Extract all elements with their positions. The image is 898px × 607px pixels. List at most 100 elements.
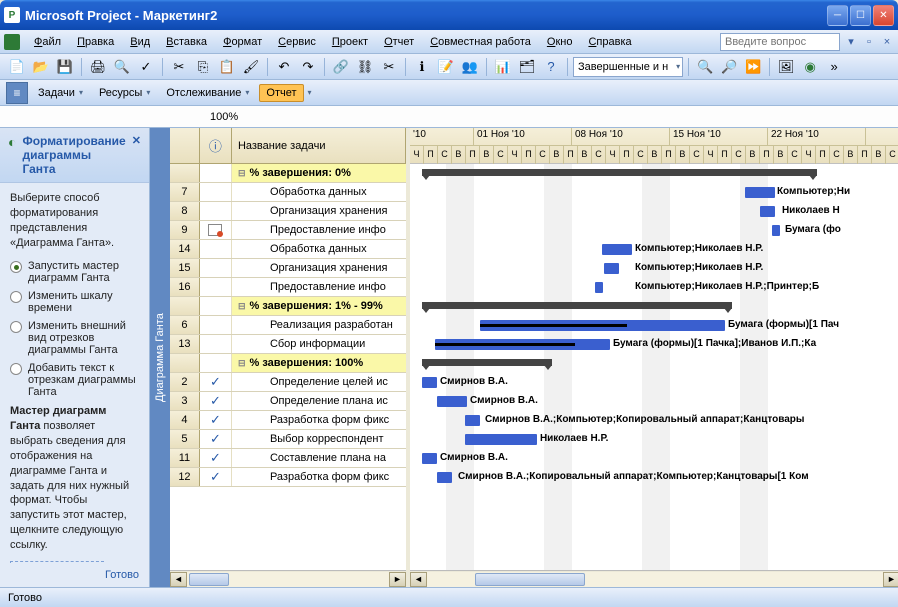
spell-button[interactable]: ✓ xyxy=(135,56,157,78)
assign-button[interactable]: 👥 xyxy=(459,56,481,78)
undo-button[interactable]: ↶ xyxy=(273,56,295,78)
ms-help-button[interactable]: ◉ xyxy=(799,56,821,78)
task-bar[interactable] xyxy=(760,206,775,217)
formula-bar[interactable]: 100% xyxy=(0,106,898,128)
preview-button[interactable]: 🔍 xyxy=(111,56,133,78)
task-row[interactable]: 6Реализация разработан xyxy=(170,316,406,335)
summary-bar[interactable] xyxy=(422,302,732,309)
menu-Правка[interactable]: Правка xyxy=(69,33,122,51)
task-row[interactable]: 8Организация хранения xyxy=(170,202,406,221)
chart-scroll-right-icon[interactable]: ► xyxy=(883,572,898,587)
task-row[interactable]: 13Сбор информации xyxy=(170,335,406,354)
task-row[interactable]: 12✓Разработка форм фикс xyxy=(170,468,406,487)
format-painter-button[interactable]: 🖌 xyxy=(240,56,262,78)
group-row[interactable]: % завершения: 0% xyxy=(170,164,406,183)
menu-Формат[interactable]: Формат xyxy=(215,33,270,51)
task-row[interactable]: 16Предоставление инфо xyxy=(170,278,406,297)
zoom-out-button[interactable]: 🔎 xyxy=(718,56,740,78)
chart-hscroll[interactable]: ◄ ► xyxy=(410,570,898,587)
task-bar[interactable] xyxy=(772,225,780,236)
table-hscroll[interactable]: ◄ ► xyxy=(170,570,406,587)
paste-button[interactable]: 📋 xyxy=(216,56,238,78)
task-bar[interactable] xyxy=(437,396,467,407)
notes-button[interactable]: 📝 xyxy=(435,56,457,78)
help-dropdown-icon[interactable]: ▾ xyxy=(844,35,858,49)
menu-Совместная работа[interactable]: Совместная работа xyxy=(422,33,539,51)
split-button[interactable]: ✂ xyxy=(378,56,400,78)
help-search-input[interactable] xyxy=(720,33,840,51)
menu-Отчет[interactable]: Отчет xyxy=(376,33,422,51)
menu-Вставка[interactable]: Вставка xyxy=(158,33,215,51)
info-button[interactable]: ℹ xyxy=(411,56,433,78)
tasks-guide[interactable]: Задачи▾ xyxy=(32,85,89,101)
task-bar[interactable] xyxy=(422,453,437,464)
groups-button[interactable]: 🗂 xyxy=(516,56,538,78)
more-icon[interactable]: » xyxy=(823,56,845,78)
group-row[interactable]: % завершения: 100% xyxy=(170,354,406,373)
minimize-button[interactable]: ─ xyxy=(827,5,848,26)
chart-scroll-left-icon[interactable]: ◄ xyxy=(410,572,427,587)
guide-toggle-button[interactable]: ≡ xyxy=(6,82,28,104)
link-button[interactable]: 🔗 xyxy=(330,56,352,78)
publish-button[interactable]: 📊 xyxy=(492,56,514,78)
copy-button[interactable]: ⎘ xyxy=(192,56,214,78)
tracking-guide[interactable]: Отслеживание▾ xyxy=(160,85,255,101)
task-row[interactable]: 15Организация хранения xyxy=(170,259,406,278)
task-bar[interactable] xyxy=(602,244,632,255)
task-row[interactable]: 3✓Определение плана ис xyxy=(170,392,406,411)
radio-option[interactable]: Добавить текст к отрезкам диаграммы Гант… xyxy=(10,362,139,398)
col-id[interactable] xyxy=(170,128,200,163)
help-icon[interactable]: ? xyxy=(540,56,562,78)
task-row[interactable]: 7Обработка данных xyxy=(170,183,406,202)
menu-Файл[interactable]: Файл xyxy=(26,33,69,51)
open-button[interactable]: 📂 xyxy=(30,56,52,78)
menu-Сервис[interactable]: Сервис xyxy=(270,33,324,51)
restore-child-icon[interactable]: ▫ xyxy=(862,35,876,49)
task-bar[interactable] xyxy=(437,472,452,483)
menu-Окно[interactable]: Окно xyxy=(539,33,581,51)
task-bar[interactable] xyxy=(745,187,775,198)
menu-Вид[interactable]: Вид xyxy=(122,33,158,51)
close-child-icon[interactable]: × xyxy=(880,35,894,49)
task-row[interactable]: 5✓Выбор корреспондент xyxy=(170,430,406,449)
task-bar[interactable] xyxy=(422,377,437,388)
task-bar[interactable] xyxy=(465,415,480,426)
goto-button[interactable]: ⏩ xyxy=(742,56,764,78)
col-name[interactable]: Название задачи xyxy=(232,128,406,163)
maximize-button[interactable]: ☐ xyxy=(850,5,871,26)
group-row[interactable]: % завершения: 1% - 99% xyxy=(170,297,406,316)
task-bar[interactable] xyxy=(480,320,725,331)
save-button[interactable]: 💾 xyxy=(54,56,76,78)
task-bar[interactable] xyxy=(465,434,537,445)
col-info[interactable]: ⓘ xyxy=(200,128,232,163)
menu-Справка[interactable]: Справка xyxy=(580,33,639,51)
report-guide[interactable]: Отчет xyxy=(259,84,303,102)
task-row[interactable]: 11✓Составление плана на xyxy=(170,449,406,468)
task-row[interactable]: 2✓Определение целей ис xyxy=(170,373,406,392)
copy-pic-button[interactable]: 🖼 xyxy=(775,56,797,78)
panel-close-icon[interactable]: ✕ xyxy=(132,134,141,147)
task-bar[interactable] xyxy=(595,282,603,293)
summary-bar[interactable] xyxy=(422,359,552,366)
task-bar[interactable] xyxy=(435,339,610,350)
task-row[interactable]: 9Предоставление инфо xyxy=(170,221,406,240)
resources-guide[interactable]: Ресурсы▾ xyxy=(93,85,156,101)
redo-button[interactable]: ↷ xyxy=(297,56,319,78)
gantt-tab[interactable]: Диаграмма Ганта xyxy=(150,128,170,587)
menu-Проект[interactable]: Проект xyxy=(324,33,376,51)
unlink-button[interactable]: ⛓ xyxy=(354,56,376,78)
zoom-in-button[interactable]: 🔍 xyxy=(694,56,716,78)
group-combo[interactable]: Завершенные и н xyxy=(573,57,683,77)
task-bar[interactable] xyxy=(604,263,619,274)
scroll-left-icon[interactable]: ◄ xyxy=(170,572,187,587)
task-row[interactable]: 4✓Разработка форм фикс xyxy=(170,411,406,430)
radio-option[interactable]: Запустить мастер диаграмм Ганта xyxy=(10,260,139,284)
cut-button[interactable]: ✂ xyxy=(168,56,190,78)
summary-bar[interactable] xyxy=(422,169,817,176)
task-row[interactable]: 14Обработка данных xyxy=(170,240,406,259)
radio-option[interactable]: Изменить внешний вид отрезков диаграммы … xyxy=(10,320,139,356)
radio-option[interactable]: Изменить шкалу времени xyxy=(10,290,139,314)
scroll-right-icon[interactable]: ► xyxy=(389,572,406,587)
new-button[interactable]: 📄 xyxy=(6,56,28,78)
print-button[interactable]: 🖨 xyxy=(87,56,109,78)
